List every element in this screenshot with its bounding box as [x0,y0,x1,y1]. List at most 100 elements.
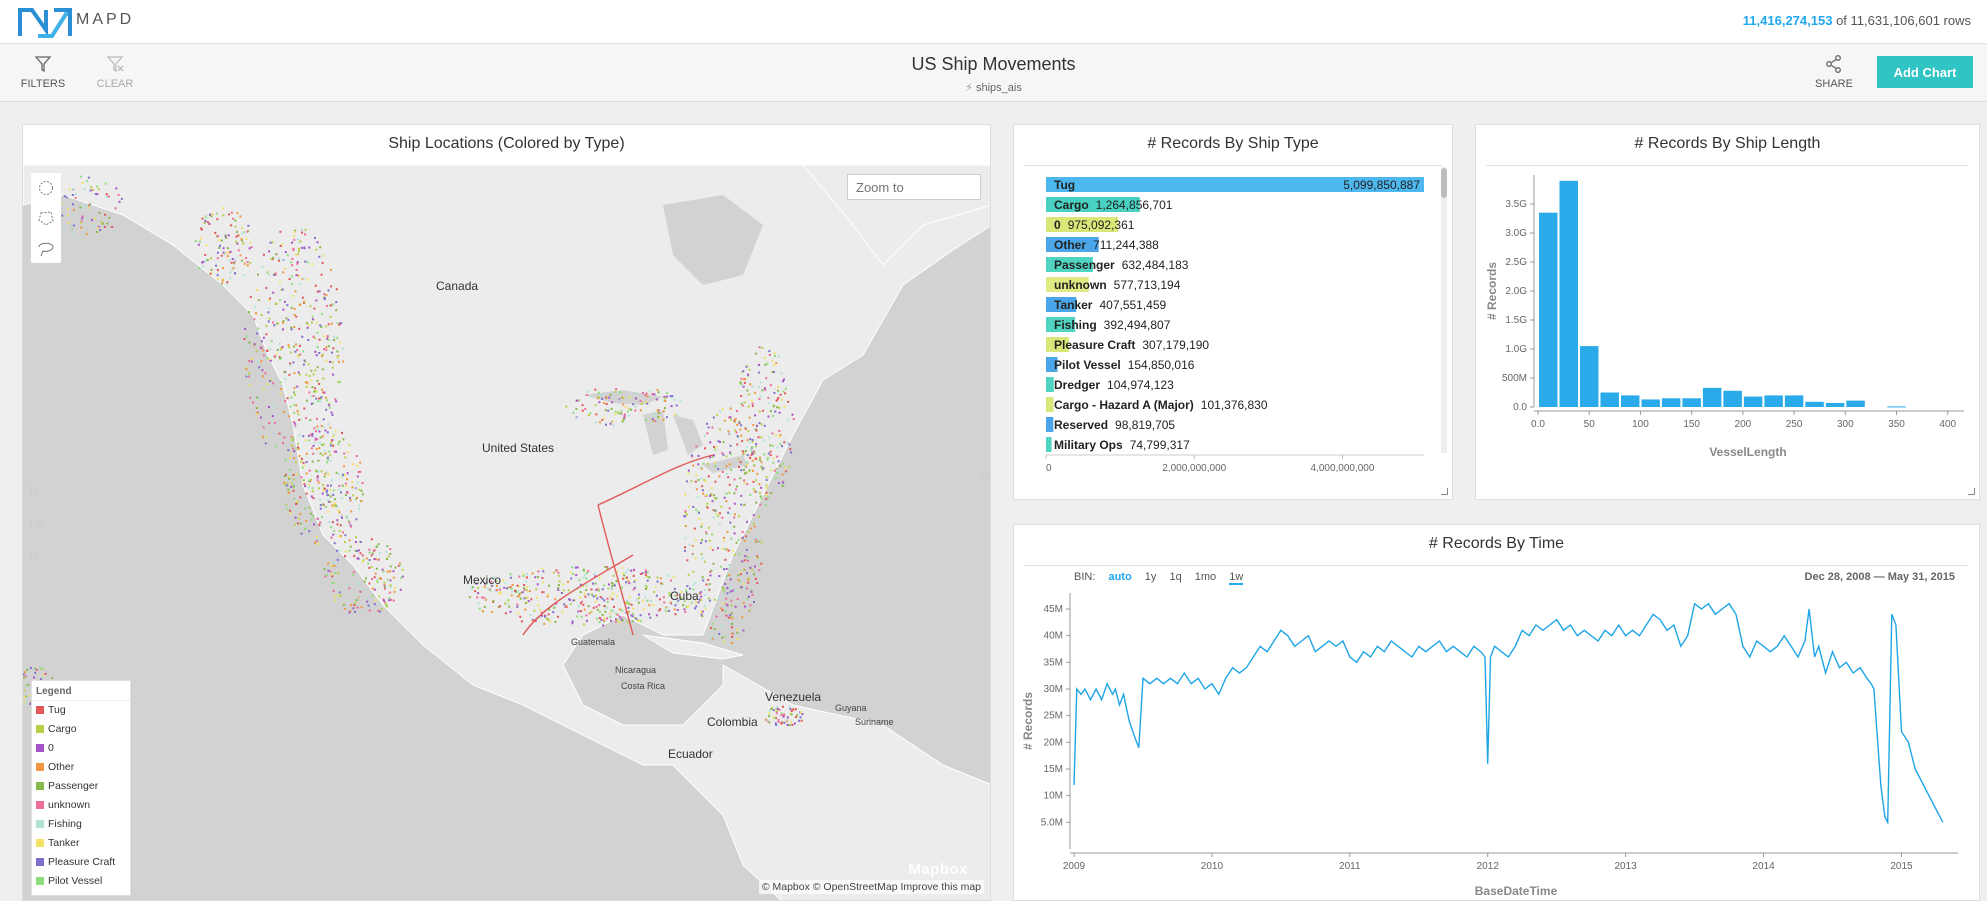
ship-point [723,540,726,542]
resize-handle[interactable] [1968,488,1975,495]
ship-point [288,415,291,418]
ship-point [302,435,305,438]
length-bar[interactable] [1579,346,1599,407]
ship-point [368,548,371,551]
ship-type-bar-chart[interactable]: Tug 5,099,850,887Cargo 1,264,856,7010 975,0… [1014,165,1453,500]
ship-point [661,582,664,585]
legend-item[interactable]: Other [32,758,130,777]
length-y-axis-label: # Records [1485,262,1499,320]
length-bar[interactable] [1641,399,1660,407]
length-bar[interactable] [1805,401,1824,407]
circle-select-icon[interactable] [31,173,61,203]
legend-swatch [36,744,44,753]
length-bar[interactable] [1743,396,1763,407]
ship-point [289,405,292,408]
length-bar[interactable] [1784,395,1804,407]
ship-point [721,609,724,612]
ship-point [776,472,779,475]
ship-point [710,626,712,629]
ship-point [726,587,729,590]
legend-item[interactable]: Cargo [32,720,130,739]
length-bar[interactable] [1764,395,1783,407]
lasso-select-icon[interactable] [31,233,61,263]
type-bar[interactable] [1046,377,1054,392]
ship-point [747,405,750,408]
ship-length-histogram[interactable]: 0.0500M1.0G1.5G2.0G2.5G3.0G3.5G0.0 50 100 1… [1476,165,1980,500]
ship-point [569,571,572,574]
scrollbar-track[interactable] [1441,167,1447,453]
legend-item[interactable]: Pilot Vessel [32,872,130,891]
legend-item[interactable]: Tanker [32,834,130,853]
map-attribution[interactable]: © Mapbox © OpenStreetMap Improve this ma… [758,880,984,894]
ship-point [752,469,754,472]
legend-item[interactable]: Pleasure Craft [32,853,130,872]
ship-point [628,595,631,598]
length-bar[interactable] [1600,392,1619,408]
ship-point [221,279,224,282]
ship-point [273,404,276,407]
ship-point [725,603,728,606]
ship-point [284,377,287,380]
ship-point [582,568,585,571]
length-bar[interactable] [1723,390,1742,407]
ship-point [684,610,687,613]
legend-item[interactable]: Fishing [32,815,130,834]
time-line-chart[interactable]: 5.0M10M15M20M25M30M35M40M45M2009 2010 2011… [1014,565,1980,901]
dashboard-title[interactable]: US Ship Movements [0,54,1987,75]
ship-point [243,231,246,234]
ship-point [504,582,507,585]
ship-point [746,389,749,392]
length-bar[interactable] [1887,406,1906,408]
ship-point [718,633,721,635]
ship-point [289,362,291,365]
ship-point [335,301,338,304]
legend-item[interactable]: 0 [32,739,130,758]
length-bar[interactable] [1539,212,1558,407]
ship-point [670,579,672,582]
ship-point [565,405,568,408]
legend-item[interactable]: Tug [32,701,130,720]
ship-point [767,452,770,455]
share-button[interactable]: SHARE [1807,54,1861,90]
ship-map[interactable] [23,165,991,901]
ship-point [376,581,379,584]
add-chart-button[interactable]: Add Chart [1877,56,1973,88]
ship-point [764,388,767,391]
polygon-select-icon[interactable] [31,203,61,233]
ship-point [740,395,743,398]
ship-point [506,587,508,590]
length-bar[interactable] [1825,402,1845,407]
ship-point [676,609,679,611]
ship-point [325,574,328,576]
length-bar[interactable] [1559,180,1578,407]
ship-point [326,499,329,502]
ship-point [100,221,103,223]
length-bar[interactable] [1846,400,1865,407]
length-bar[interactable] [1682,398,1701,407]
zoom-to-input[interactable] [847,174,981,200]
resize-handle[interactable] [1441,488,1448,495]
ship-point [330,411,333,414]
type-bar[interactable] [1046,437,1052,452]
time-series-line[interactable] [1073,602,1944,826]
type-bar[interactable] [1046,397,1054,412]
length-bar[interactable] [1620,395,1640,407]
legend-item[interactable]: Passenger [32,777,130,796]
ship-point [640,402,643,405]
length-bar[interactable] [1702,387,1722,407]
ship-point [750,449,753,452]
ship-point [253,343,256,346]
ship-point [683,515,686,518]
length-bar[interactable] [1661,398,1681,407]
legend-item[interactable]: unknown [32,796,130,815]
ship-point [318,338,321,341]
ship-point [320,425,323,428]
type-bar[interactable] [1046,417,1054,432]
ship-point [585,394,588,396]
ship-point [362,493,364,496]
ship-point [749,383,752,386]
scrollbar-thumb[interactable] [1441,168,1447,198]
ship-point [622,577,625,580]
ship-point [279,342,281,345]
ship-point [79,206,82,209]
